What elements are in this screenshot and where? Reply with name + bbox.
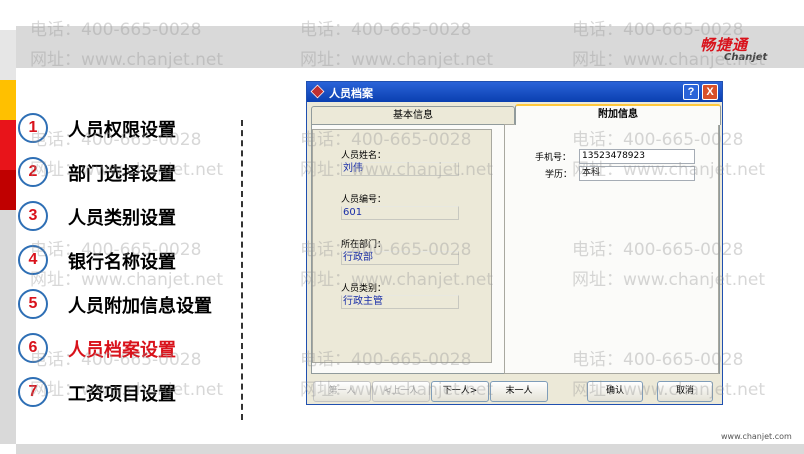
tab-extra-info[interactable]: 附加信息 [515,104,721,125]
menu-number-badge: 4 [18,245,48,275]
menu-item-label: 人员权限设置 [68,120,176,141]
menu-number-badge: 1 [18,113,48,143]
header-band [16,26,804,68]
prev-person-button[interactable]: <上一人 [372,381,430,402]
menu-number-badge: 5 [18,289,48,319]
dialog-title: 人员档案 [329,87,373,100]
close-button[interactable]: X [702,84,718,100]
education-input[interactable]: 本科 [579,166,695,181]
help-button[interactable]: ? [683,84,699,100]
dashed-divider [241,120,243,420]
left-strip [0,30,16,80]
dept-label: 所在部门： [341,240,387,250]
menu-item-7[interactable]: 7 工资项目设置 [18,377,238,407]
menu-item-6[interactable]: 6 人员档案设置 [18,333,238,363]
name-value: 刘伟 [341,162,459,176]
menu-item-label-active: 人员档案设置 [68,340,176,361]
tab-panel: 人员姓名： 刘伟 人员编号： 601 所在部门： 行政部 人员类别： 行政主管 … [311,124,720,374]
tab-basic-info[interactable]: 基本信息 [311,106,515,124]
id-value: 601 [341,206,459,220]
menu-item-label: 人员类别设置 [68,208,176,229]
menu-item-2[interactable]: 2 部门选择设置 [18,157,238,187]
next-person-button[interactable]: 下一人> [431,381,489,402]
footer-band [16,444,804,454]
readonly-info-group: 人员姓名： 刘伟 人员编号： 601 所在部门： 行政部 人员类别： 行政主管 [312,129,492,363]
chanjet-logo: 畅捷通 Chanjet [700,34,796,68]
phone-label: 手机号： [535,153,572,163]
left-bar-yellow [0,80,16,120]
logo-en-text: Chanjet [724,52,768,63]
type-label: 人员类别： [341,284,387,294]
dialog-titlebar[interactable]: 人员档案 ? X [307,82,722,102]
footer-url: www.chanjet.com [721,432,792,441]
cancel-button[interactable]: 取消 [657,381,713,402]
education-label: 学历： [545,170,573,180]
menu-item-label: 人员附加信息设置 [68,296,212,317]
menu-item-label: 银行名称设置 [68,252,176,273]
left-bar-red [0,120,16,170]
menu-item-3[interactable]: 3 人员类别设置 [18,201,238,231]
type-value: 行政主管 [341,295,459,309]
person-archive-dialog: 人员档案 ? X 基本信息 人员姓名： 刘伟 人员编号： 601 所在部门： 行… [306,81,723,405]
dept-value: 行政部 [341,251,459,265]
menu-item-label: 部门选择设置 [68,164,176,185]
menu-number-badge: 2 [18,157,48,187]
menu-number-badge: 6 [18,333,48,363]
menu-number-badge: 7 [18,377,48,407]
menu-number-badge: 3 [18,201,48,231]
name-label: 人员姓名： [341,151,387,161]
menu-item-1[interactable]: 1 人员权限设置 [18,113,238,143]
left-bar-gray [0,210,16,444]
menu-item-5[interactable]: 5 人员附加信息设置 [18,289,238,319]
menu-item-label: 工资项目设置 [68,384,176,405]
phone-input[interactable]: 13523478923 [579,149,695,164]
last-person-button[interactable]: 末一人 [490,381,548,402]
confirm-button[interactable]: 确认 [587,381,643,402]
id-label: 人员编号： [341,195,387,205]
extra-info-group: 手机号： 13523478923 学历： 本科 [504,124,719,374]
left-bar-dark-red [0,170,16,210]
first-person-button[interactable]: 第一人 [313,381,371,402]
menu-item-4[interactable]: 4 银行名称设置 [18,245,238,275]
app-icon [310,84,325,99]
